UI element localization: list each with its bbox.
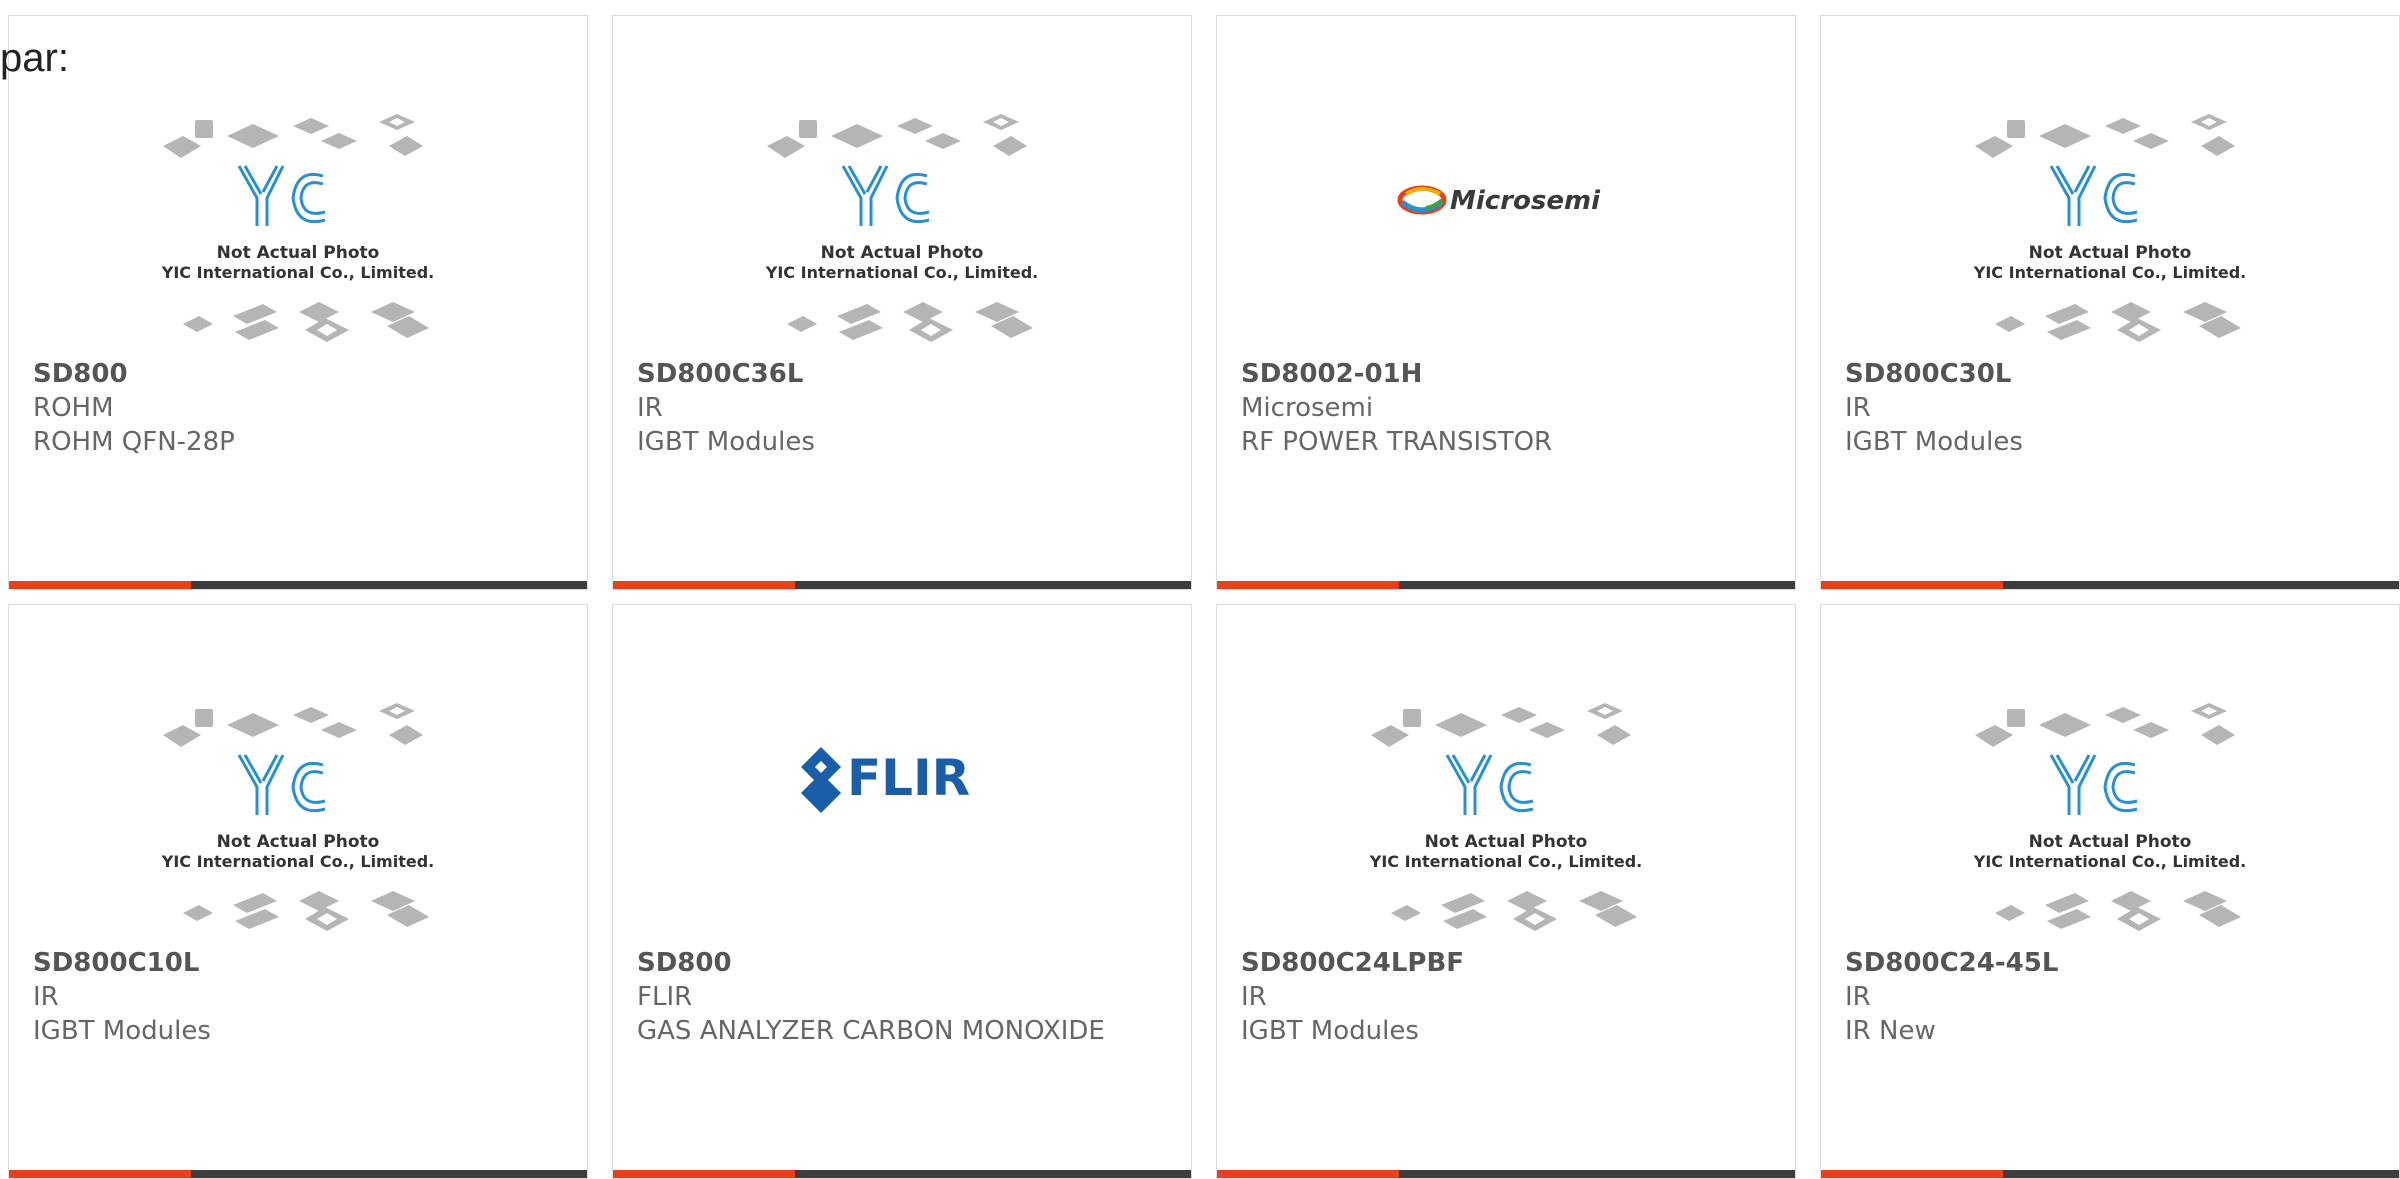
part-number[interactable]: SD800 bbox=[33, 357, 563, 391]
description: GAS ANALYZER CARBON MONOXIDE bbox=[637, 1016, 1105, 1046]
product-image: Not Actual Photo YIC International Co., … bbox=[1821, 685, 2399, 945]
yic-placeholder-image: Not Actual Photo YIC International Co., … bbox=[1973, 114, 2246, 342]
svg-text:Not Actual Photo: Not Actual Photo bbox=[2029, 832, 2192, 852]
product-image: Not Actual Photo YIC International Co., … bbox=[613, 96, 1191, 356]
product-image: Not Actual Photo YIC International Co., … bbox=[1217, 685, 1795, 945]
svg-text:Not Actual Photo: Not Actual Photo bbox=[821, 243, 984, 263]
description: IGBT Modules bbox=[637, 427, 815, 457]
svg-text:YIC International Co., Limited: YIC International Co., Limited. bbox=[1973, 263, 2246, 282]
microsemi-logo: Microsemi bbox=[1397, 185, 1601, 216]
card-bar bbox=[9, 581, 587, 589]
product-card[interactable]: Not Actual Photo YIC International Co., … bbox=[8, 604, 588, 1179]
product-card[interactable]: Not Actual Photo YIC International Co., … bbox=[1216, 604, 1796, 1179]
svg-text:YIC International Co., Limited: YIC International Co., Limited. bbox=[161, 263, 434, 282]
description: IGBT Modules bbox=[1845, 427, 2023, 457]
svg-text:Not Actual Photo: Not Actual Photo bbox=[2029, 243, 2192, 263]
product-card[interactable]: Not Actual Photo YIC International Co., … bbox=[8, 15, 588, 590]
svg-text:Microsemi: Microsemi bbox=[1450, 186, 1601, 216]
card-bar bbox=[1821, 1170, 2399, 1178]
card-bar bbox=[9, 1170, 587, 1178]
svg-text:Not Actual Photo: Not Actual Photo bbox=[1425, 832, 1588, 852]
description: IR New bbox=[1845, 1016, 1936, 1046]
manufacturer: ROHM bbox=[33, 393, 114, 423]
part-number[interactable]: SD800C24LPBF bbox=[1241, 946, 1771, 980]
flir-logo: FLIR bbox=[801, 747, 970, 813]
manufacturer: IR bbox=[1845, 982, 1871, 1012]
card-bar bbox=[1821, 581, 2399, 589]
svg-text:Not Actual Photo: Not Actual Photo bbox=[217, 832, 380, 852]
part-number[interactable]: SD8002-01H bbox=[1241, 357, 1771, 391]
manufacturer: FLIR bbox=[637, 982, 693, 1012]
page-label: par: bbox=[0, 36, 69, 80]
product-card[interactable]: Not Actual Photo YIC International Co., … bbox=[1820, 15, 2400, 590]
product-card[interactable]: Not Actual Photo YIC International Co., … bbox=[1820, 604, 2400, 1179]
description: RF POWER TRANSISTOR bbox=[1241, 427, 1553, 457]
card-bar bbox=[1217, 581, 1795, 589]
card-bar bbox=[1217, 1170, 1795, 1178]
svg-text:YIC International Co., Limited: YIC International Co., Limited. bbox=[1369, 852, 1642, 871]
manufacturer: Microsemi bbox=[1241, 393, 1374, 423]
product-card[interactable]: Not Actual Photo YIC International Co., … bbox=[612, 15, 1192, 590]
yic-placeholder-image: Not Actual Photo YIC International Co., … bbox=[1369, 703, 1642, 931]
part-number[interactable]: SD800C36L bbox=[637, 357, 1167, 391]
svg-text:Not Actual Photo: Not Actual Photo bbox=[217, 243, 380, 263]
description: IGBT Modules bbox=[33, 1016, 211, 1046]
yic-placeholder-image: Not Actual Photo YIC International Co., … bbox=[765, 114, 1038, 342]
part-number[interactable]: SD800C10L bbox=[33, 946, 563, 980]
manufacturer: IR bbox=[1845, 393, 1871, 423]
svg-text:YIC International Co., Limited: YIC International Co., Limited. bbox=[765, 263, 1038, 282]
svg-text:YIC International Co., Limited: YIC International Co., Limited. bbox=[161, 852, 434, 871]
svg-text:FLIR: FLIR bbox=[847, 749, 970, 807]
description: ROHM QFN-28P bbox=[33, 427, 235, 457]
product-card[interactable]: Microsemi SD8002-01H Microsemi RF POWER … bbox=[1216, 15, 1796, 590]
manufacturer: IR bbox=[637, 393, 663, 423]
card-bar bbox=[613, 581, 1191, 589]
part-number[interactable]: SD800C30L bbox=[1845, 357, 2375, 391]
manufacturer: IR bbox=[1241, 982, 1267, 1012]
product-card[interactable]: FLIR SD800 FLIR GAS ANALYZER CARBON MONO… bbox=[612, 604, 1192, 1179]
yic-placeholder-image: Not Actual Photo YIC International Co., … bbox=[161, 703, 434, 931]
product-image: Not Actual Photo YIC International Co., … bbox=[9, 96, 587, 356]
yic-placeholder-image: Not Actual Photo YIC International Co., … bbox=[1973, 703, 2246, 931]
product-image: Microsemi bbox=[1217, 96, 1795, 356]
product-image: FLIR bbox=[613, 685, 1191, 945]
product-image: Not Actual Photo YIC International Co., … bbox=[1821, 96, 2399, 356]
product-image: Not Actual Photo YIC International Co., … bbox=[9, 685, 587, 945]
part-number[interactable]: SD800C24-45L bbox=[1845, 946, 2375, 980]
manufacturer: IR bbox=[33, 982, 59, 1012]
svg-text:YIC International Co., Limited: YIC International Co., Limited. bbox=[1973, 852, 2246, 871]
product-grid: Not Actual Photo YIC International Co., … bbox=[8, 15, 2400, 1179]
part-number[interactable]: SD800 bbox=[637, 946, 1167, 980]
card-bar bbox=[613, 1170, 1191, 1178]
yic-placeholder-image: Not Actual Photo YIC International Co., … bbox=[161, 114, 434, 342]
description: IGBT Modules bbox=[1241, 1016, 1419, 1046]
